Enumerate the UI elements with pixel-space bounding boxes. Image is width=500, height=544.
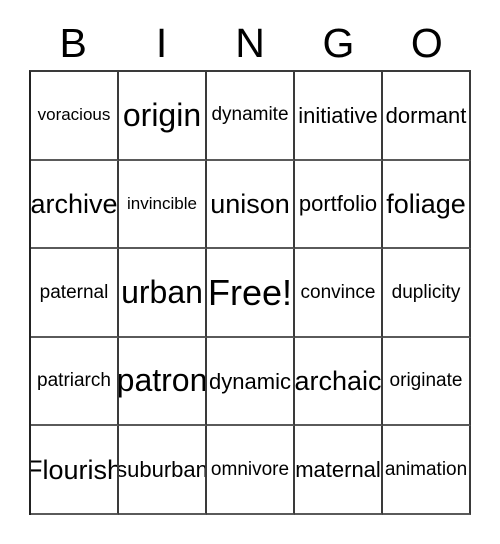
bingo-header-letter-n: N [235,19,265,66]
bingo-cell-label: archive [31,188,118,219]
bingo-grid: voracious origin dynamite initiative dormant… [29,70,471,515]
bingo-cell-label: dynamite [211,104,289,126]
bingo-cell[interactable]: Flourish [31,426,119,515]
bingo-cell[interactable]: voracious [31,72,119,161]
bingo-cell[interactable]: urban [119,249,207,338]
bingo-header-letter-o: O [410,19,443,66]
bingo-card: B I N G O voracious origin dynamite initiative d… [0,0,500,544]
bingo-cell-label: foliage [386,188,466,219]
bingo-free-space[interactable]: Free! [207,249,295,338]
bingo-cell[interactable]: archive [31,160,119,250]
bingo-cell[interactable]: omnivore [207,426,295,515]
bingo-cell-label: convince [300,281,376,303]
bingo-cell[interactable]: portfolio [295,160,383,250]
bingo-cell[interactable]: paternal [31,249,119,338]
bingo-cell[interactable]: initiative [295,72,383,161]
bingo-cell-label: originate [389,370,463,392]
bingo-cell[interactable]: dynamite [207,72,295,161]
bingo-cell-label: dynamic [209,368,291,394]
bingo-cell[interactable]: patron [119,337,207,427]
bingo-cell[interactable]: dormant [383,72,471,161]
bingo-cell-label: patriarch [37,370,111,392]
bingo-cell-label: dormant [385,102,467,128]
bingo-cell[interactable]: archaic [295,337,383,427]
bingo-cell[interactable]: suburban [119,426,207,515]
bingo-cell-label: suburban [119,457,207,483]
bingo-cell[interactable]: originate [383,337,471,427]
bingo-cell-label: animation [384,458,468,480]
bingo-header-letter-b: B [59,19,87,66]
bingo-cell-label: portfolio [298,191,378,217]
bingo-cell-label: duplicity [391,281,461,303]
bingo-cell[interactable]: patriarch [31,337,119,427]
bingo-cell[interactable]: foliage [383,160,471,250]
bingo-cell-label: initiative [298,102,378,128]
bingo-cell-label: paternal [39,281,109,303]
bingo-cell-label: maternal [295,457,381,483]
bingo-cell[interactable]: origin [119,72,207,161]
bingo-cell-label: Free! [207,271,293,313]
bingo-cell-label: archaic [295,365,382,396]
bingo-cell-label: voracious [37,105,111,125]
bingo-header-letter-g: G [322,19,355,66]
bingo-cell-label: Flourish [31,454,119,485]
bingo-cell[interactable]: convince [295,249,383,338]
bingo-cell[interactable]: dynamic [207,337,295,427]
bingo-cell-label: omnivore [210,458,290,480]
bingo-cell-label: origin [122,96,202,133]
bingo-cell[interactable]: maternal [295,426,383,515]
bingo-cell-label: patron [119,362,207,399]
bingo-cell[interactable]: unison [207,160,295,250]
bingo-cell-label: unison [210,188,290,219]
bingo-cell[interactable]: duplicity [383,249,471,338]
bingo-cell[interactable]: animation [383,426,471,515]
bingo-header-row: BINGO [29,18,471,68]
bingo-header-letter-i: I [155,19,168,66]
bingo-cell-label: urban [121,273,203,310]
bingo-cell-label: invincible [127,193,197,213]
bingo-cell[interactable]: invincible [119,160,207,250]
